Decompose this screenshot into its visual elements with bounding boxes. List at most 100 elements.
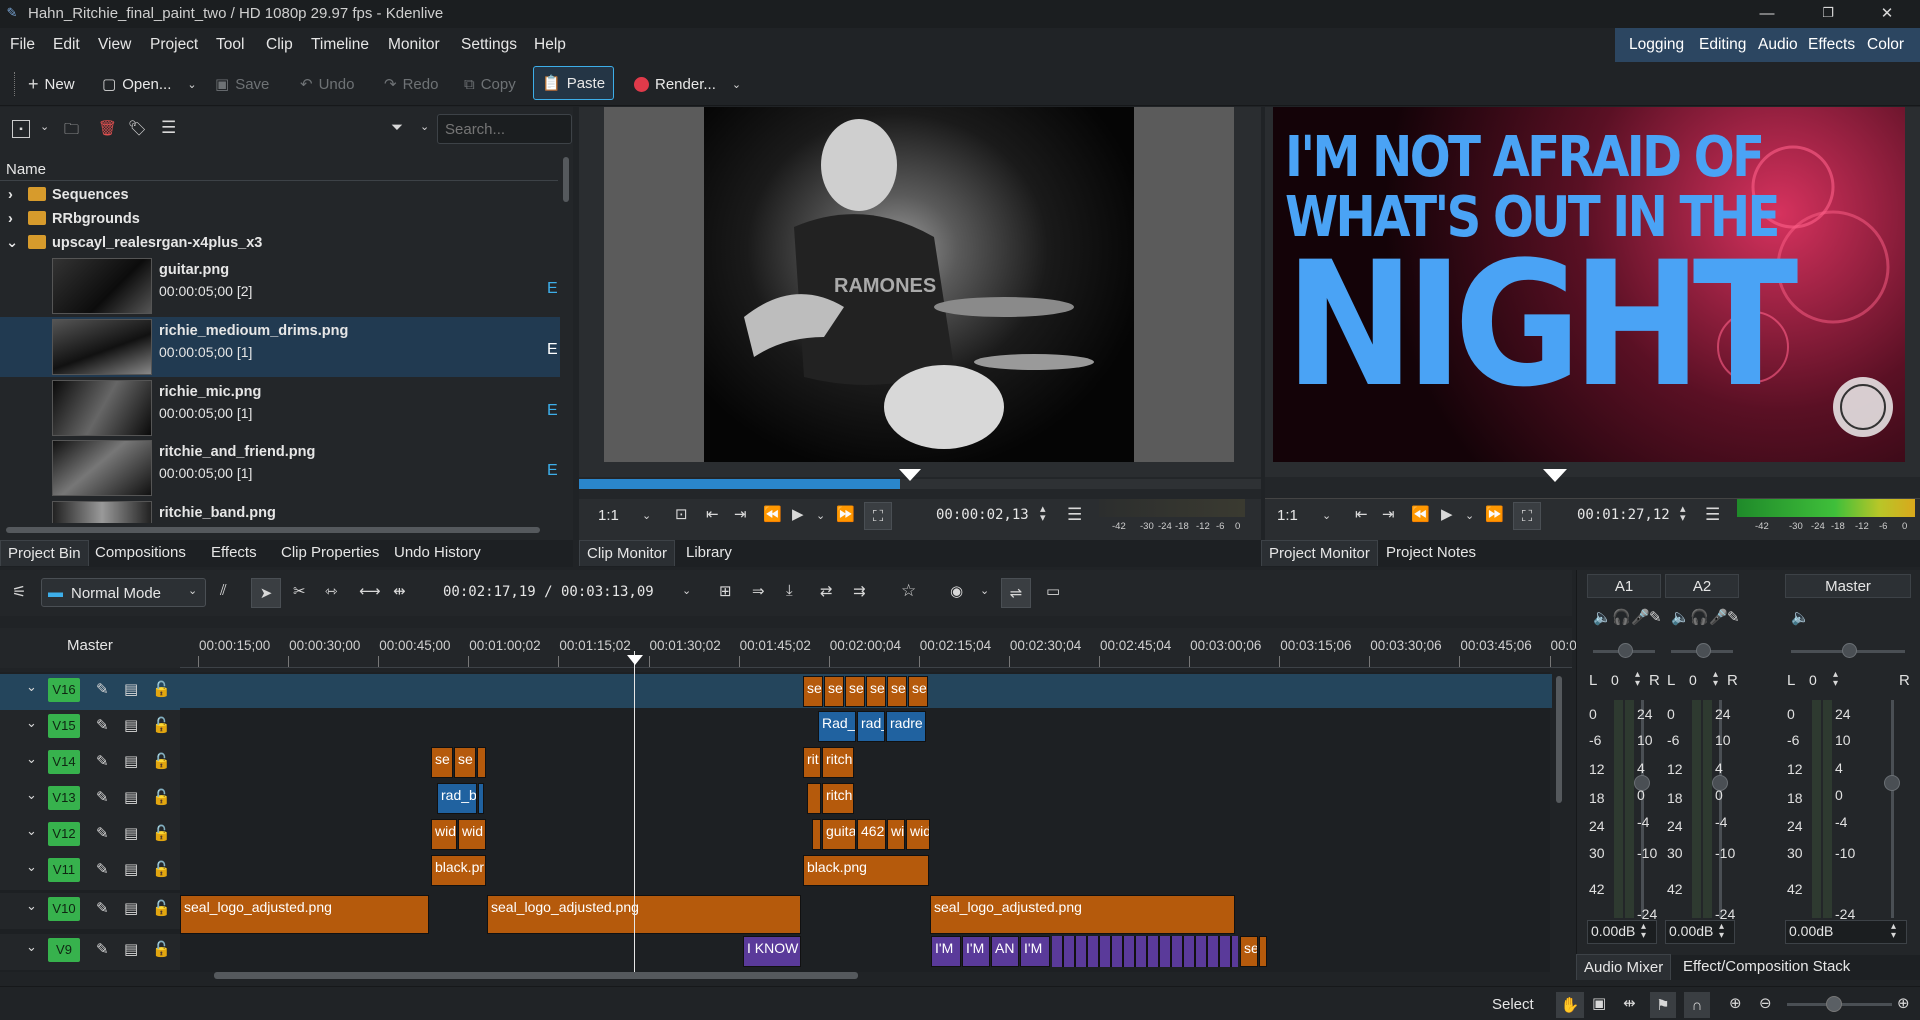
zoom-in-icon[interactable]: ⊕ (1897, 994, 1910, 1012)
menu-clip[interactable]: Clip (266, 36, 293, 54)
tab-project-monitor[interactable]: Project Monitor (1261, 540, 1378, 566)
timeline-clip[interactable]: seal_logo_adjusted.png (930, 895, 1235, 934)
menu-icon[interactable]: ☰ (1067, 505, 1082, 525)
fullscreen-icon[interactable]: ⛶ (864, 502, 892, 530)
track-header-v15[interactable]: ⌄ V15 ✎ ▤ 🔓 (0, 710, 180, 746)
undo-button[interactable]: ↶ Undo (292, 69, 362, 99)
track-name-badge[interactable]: V12 (48, 822, 80, 846)
chevron-down-icon[interactable]: ⌄ (980, 584, 989, 597)
folder-rrbgrounds[interactable]: › RRbgrounds (0, 207, 560, 231)
timeline-clip[interactable]: se (803, 676, 823, 707)
timeline-clip[interactable]: seal_logo_adjusted.png (180, 895, 429, 934)
timeline-clip[interactable]: se (431, 747, 453, 778)
rewind-icon[interactable]: ⏪ (763, 505, 782, 523)
hand-icon[interactable]: ✋ (1556, 992, 1584, 1018)
timeline-clip[interactable]: wi (887, 819, 905, 850)
timeline-clip[interactable]: Rad_ (818, 711, 856, 742)
menu-help[interactable]: Help (534, 36, 566, 54)
effect-wand-icon[interactable]: ✎ (96, 824, 109, 842)
film-icon[interactable]: ▤ (124, 824, 138, 842)
play-icon[interactable]: ▶ (792, 505, 804, 523)
tab-clip-monitor[interactable]: Clip Monitor (579, 540, 676, 566)
lock-icon[interactable]: 🔓 (152, 680, 171, 698)
timeline-clip-strip[interactable] (1052, 936, 1238, 967)
headphones-icon[interactable]: 🎧 (1690, 608, 1709, 626)
list-item[interactable]: guitar.png 00:00:05;00 [2] E (0, 256, 560, 316)
lock-icon[interactable]: 🔓 (152, 824, 171, 842)
project-timecode[interactable]: 00:01:27,12 (1577, 507, 1670, 523)
close-icon[interactable]: ✕ (1877, 3, 1897, 23)
chevron-down-icon[interactable]: ⌄ (26, 823, 37, 839)
effect-wand-icon[interactable]: ✎ (96, 680, 109, 698)
chevron-down-icon[interactable]: ⌄ (26, 939, 37, 955)
chevron-down-icon[interactable]: ⌄ (187, 78, 196, 91)
project-monitor-video[interactable]: I'M NOT AFRAID OF WHAT'S OUT IN THE NIGH… (1273, 107, 1905, 462)
edit-mode-select[interactable]: ▬ Normal Mode ⌄ (41, 578, 206, 607)
effect-wand-icon[interactable]: ✎ (96, 788, 109, 806)
timeline-clip[interactable]: wid (458, 819, 486, 850)
set-out-point-icon[interactable]: ⇥ (1382, 505, 1395, 523)
channel-value[interactable]: 0 (1689, 672, 1697, 688)
copy-button[interactable]: ⧉ Copy (456, 69, 524, 99)
track-name-badge[interactable]: V9 (48, 938, 80, 962)
record-audio-icon[interactable]: ◉ (950, 582, 963, 600)
chevron-down-icon[interactable]: ⌄ (40, 120, 49, 133)
film-icon[interactable]: ▤ (124, 716, 138, 734)
minimize-icon[interactable]: — (1757, 3, 1777, 23)
timeline-clip[interactable]: ritch (822, 783, 854, 814)
tab-library[interactable]: Library (679, 540, 739, 566)
timeline-clip[interactable]: 462 (857, 819, 886, 850)
clip-zoom-value[interactable]: 1:1 (598, 507, 619, 524)
film-icon[interactable]: ▤ (124, 680, 138, 698)
film-icon[interactable]: ▤ (124, 788, 138, 806)
forward-icon[interactable]: ⏩ (1485, 505, 1504, 523)
timeline-clip[interactable]: se (1240, 936, 1258, 967)
mute-icon[interactable]: 🔈 (1593, 608, 1612, 626)
slip-tool-icon[interactable]: ⇹ (393, 582, 406, 600)
tag-icon[interactable]: 🏷 (128, 119, 147, 137)
lock-icon[interactable]: 🔓 (152, 716, 171, 734)
tab-effect-stack[interactable]: Effect/Composition Stack (1676, 954, 1857, 980)
clip-monitor-playhead[interactable] (899, 469, 921, 481)
channel-value[interactable]: 0 (1611, 672, 1619, 688)
spin-arrows-icon[interactable]: ▴ ▾ (1040, 504, 1046, 524)
chevron-down-icon[interactable]: ⌄ (26, 859, 37, 875)
timeline-clip[interactable] (807, 783, 821, 814)
track-header-v10[interactable]: ⌄ V10 ✎ ▤ 🔓 (0, 893, 180, 929)
magnet-icon[interactable]: ∩ (1684, 992, 1710, 1018)
workspace-logging[interactable]: Logging (1629, 36, 1684, 54)
channel-value[interactable]: 0 (1809, 672, 1817, 688)
timeline-playhead-handle[interactable] (627, 655, 643, 665)
timeline-position[interactable]: 00:02:17,19 / 00:03:13,09 (443, 584, 654, 600)
chevron-right-icon[interactable]: › (8, 207, 13, 231)
timeline-master-header[interactable]: Master (0, 628, 180, 668)
paste-button[interactable]: 📋 Paste (533, 66, 615, 100)
spin-arrows-icon[interactable]: ▴ ▾ (1833, 670, 1838, 689)
zone-toggle-icon[interactable]: ⊡ (675, 505, 688, 523)
track-name-badge[interactable]: V11 (48, 858, 80, 882)
chevron-down-icon[interactable]: ⌄ (732, 78, 741, 91)
chevron-down-icon[interactable]: ⌄ (1465, 509, 1474, 522)
lock-icon[interactable]: 🔓 (152, 899, 171, 917)
chevron-down-icon[interactable]: ⌄ (6, 231, 18, 255)
subtitle-icon[interactable]: ▭ (1046, 582, 1060, 600)
bin-search-input[interactable] (437, 114, 572, 144)
timeline-clip[interactable]: rad_ (857, 711, 885, 742)
timeline-clip[interactable]: black.png (803, 855, 929, 886)
spin-arrows-icon[interactable]: ▴ ▾ (1680, 504, 1686, 524)
effect-wand-icon[interactable]: ✎ (96, 716, 109, 734)
timeline-clip[interactable]: se (908, 676, 928, 707)
extract-icon[interactable]: ⤓ (786, 582, 793, 599)
project-monitor-playhead[interactable] (1543, 469, 1567, 482)
project-monitor-ruler[interactable] (1265, 477, 1920, 499)
timeline-clip[interactable]: I'M (1020, 936, 1050, 967)
track-header-v9[interactable]: ⌄ V9 ✎ ▤ 🔓 (0, 934, 180, 970)
snap-icon[interactable]: ⇹ (1623, 994, 1636, 1012)
spacer-tool-icon[interactable]: ⇿ (325, 582, 338, 600)
set-in-point-icon[interactable]: ⇤ (1355, 505, 1368, 523)
track-header-v13[interactable]: ⌄ V13 ✎ ▤ 🔓 (0, 782, 180, 818)
tab-audio-mixer[interactable]: Audio Mixer (1576, 954, 1672, 980)
timeline-clip[interactable]: rad_b (437, 783, 477, 814)
tab-project-bin[interactable]: Project Bin (0, 540, 89, 566)
timeline-clip[interactable]: wid (431, 819, 457, 850)
